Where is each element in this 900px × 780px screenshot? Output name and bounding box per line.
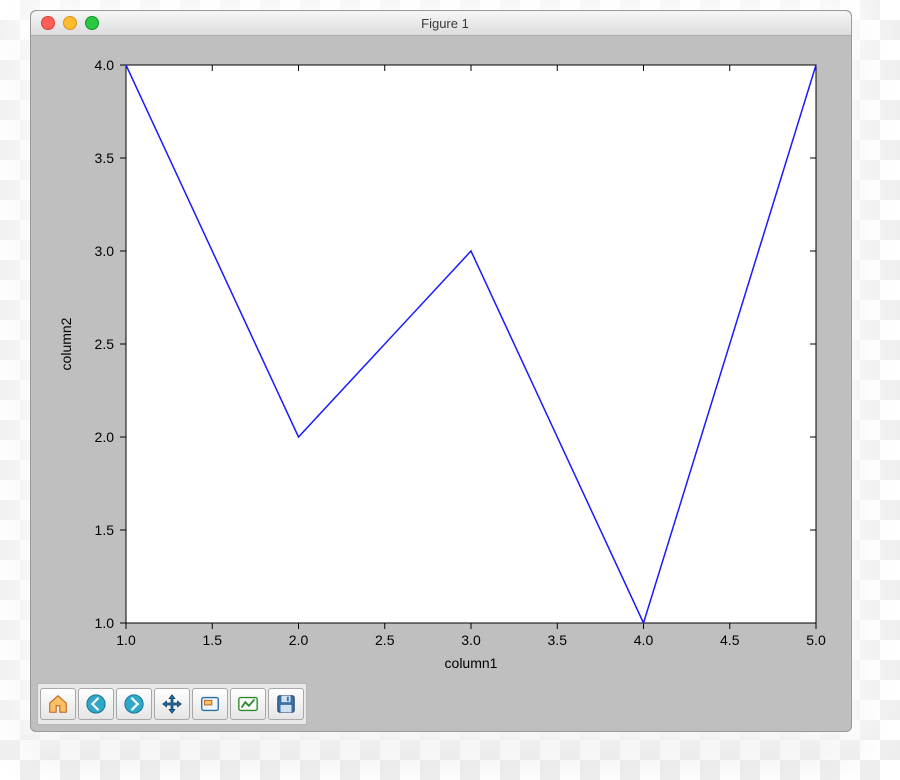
move-icon	[161, 693, 183, 715]
svg-text:1.0: 1.0	[116, 632, 136, 648]
titlebar: Figure 1	[31, 11, 851, 36]
svg-text:4.0: 4.0	[95, 57, 115, 73]
minimize-icon[interactable]	[63, 16, 77, 30]
pan-button[interactable]	[154, 688, 190, 720]
line-chart: 1.0 1.5 2.0 2.5 3.0 3.5 4.0 4.5 5.0 1.0 1.5 2.0 2.5 3…	[31, 35, 851, 683]
zoom-rect-icon	[199, 693, 221, 715]
svg-text:3.0: 3.0	[461, 632, 481, 648]
home-icon	[47, 693, 69, 715]
svg-text:3.0: 3.0	[95, 243, 115, 259]
save-icon	[275, 693, 297, 715]
svg-text:column2: column2	[58, 317, 74, 370]
plot-canvas[interactable]: 1.0 1.5 2.0 2.5 3.0 3.5 4.0 4.5 5.0 1.0 1.5 2.0 2.5 3…	[31, 35, 851, 683]
svg-text:2.5: 2.5	[95, 336, 115, 352]
svg-text:1.5: 1.5	[203, 632, 223, 648]
svg-text:2.5: 2.5	[375, 632, 395, 648]
svg-text:2.0: 2.0	[289, 632, 309, 648]
figure-window: Figure 1 1.01.52.02.53.03.54.04.55.01.01…	[30, 10, 852, 732]
save-button[interactable]	[268, 688, 304, 720]
svg-text:4.5: 4.5	[720, 632, 740, 648]
zoom-window-icon[interactable]	[85, 16, 99, 30]
svg-text:1.5: 1.5	[95, 522, 115, 538]
subplots-button[interactable]	[230, 688, 266, 720]
arrow-left-icon	[85, 693, 107, 715]
svg-text:2.0: 2.0	[95, 429, 115, 445]
forward-button[interactable]	[116, 688, 152, 720]
back-button[interactable]	[78, 688, 114, 720]
mpl-toolbar	[37, 683, 307, 725]
window-title: Figure 1	[99, 16, 851, 31]
close-icon[interactable]	[41, 16, 55, 30]
svg-text:4.0: 4.0	[634, 632, 654, 648]
svg-text:3.5: 3.5	[95, 150, 115, 166]
zoom-button[interactable]	[192, 688, 228, 720]
svg-text:1.0: 1.0	[95, 615, 115, 631]
svg-text:column1: column1	[445, 655, 498, 671]
window-controls	[31, 16, 99, 30]
configure-icon	[237, 693, 259, 715]
home-button[interactable]	[40, 688, 76, 720]
arrow-right-icon	[123, 693, 145, 715]
svg-text:3.5: 3.5	[548, 632, 568, 648]
svg-text:5.0: 5.0	[806, 632, 826, 648]
